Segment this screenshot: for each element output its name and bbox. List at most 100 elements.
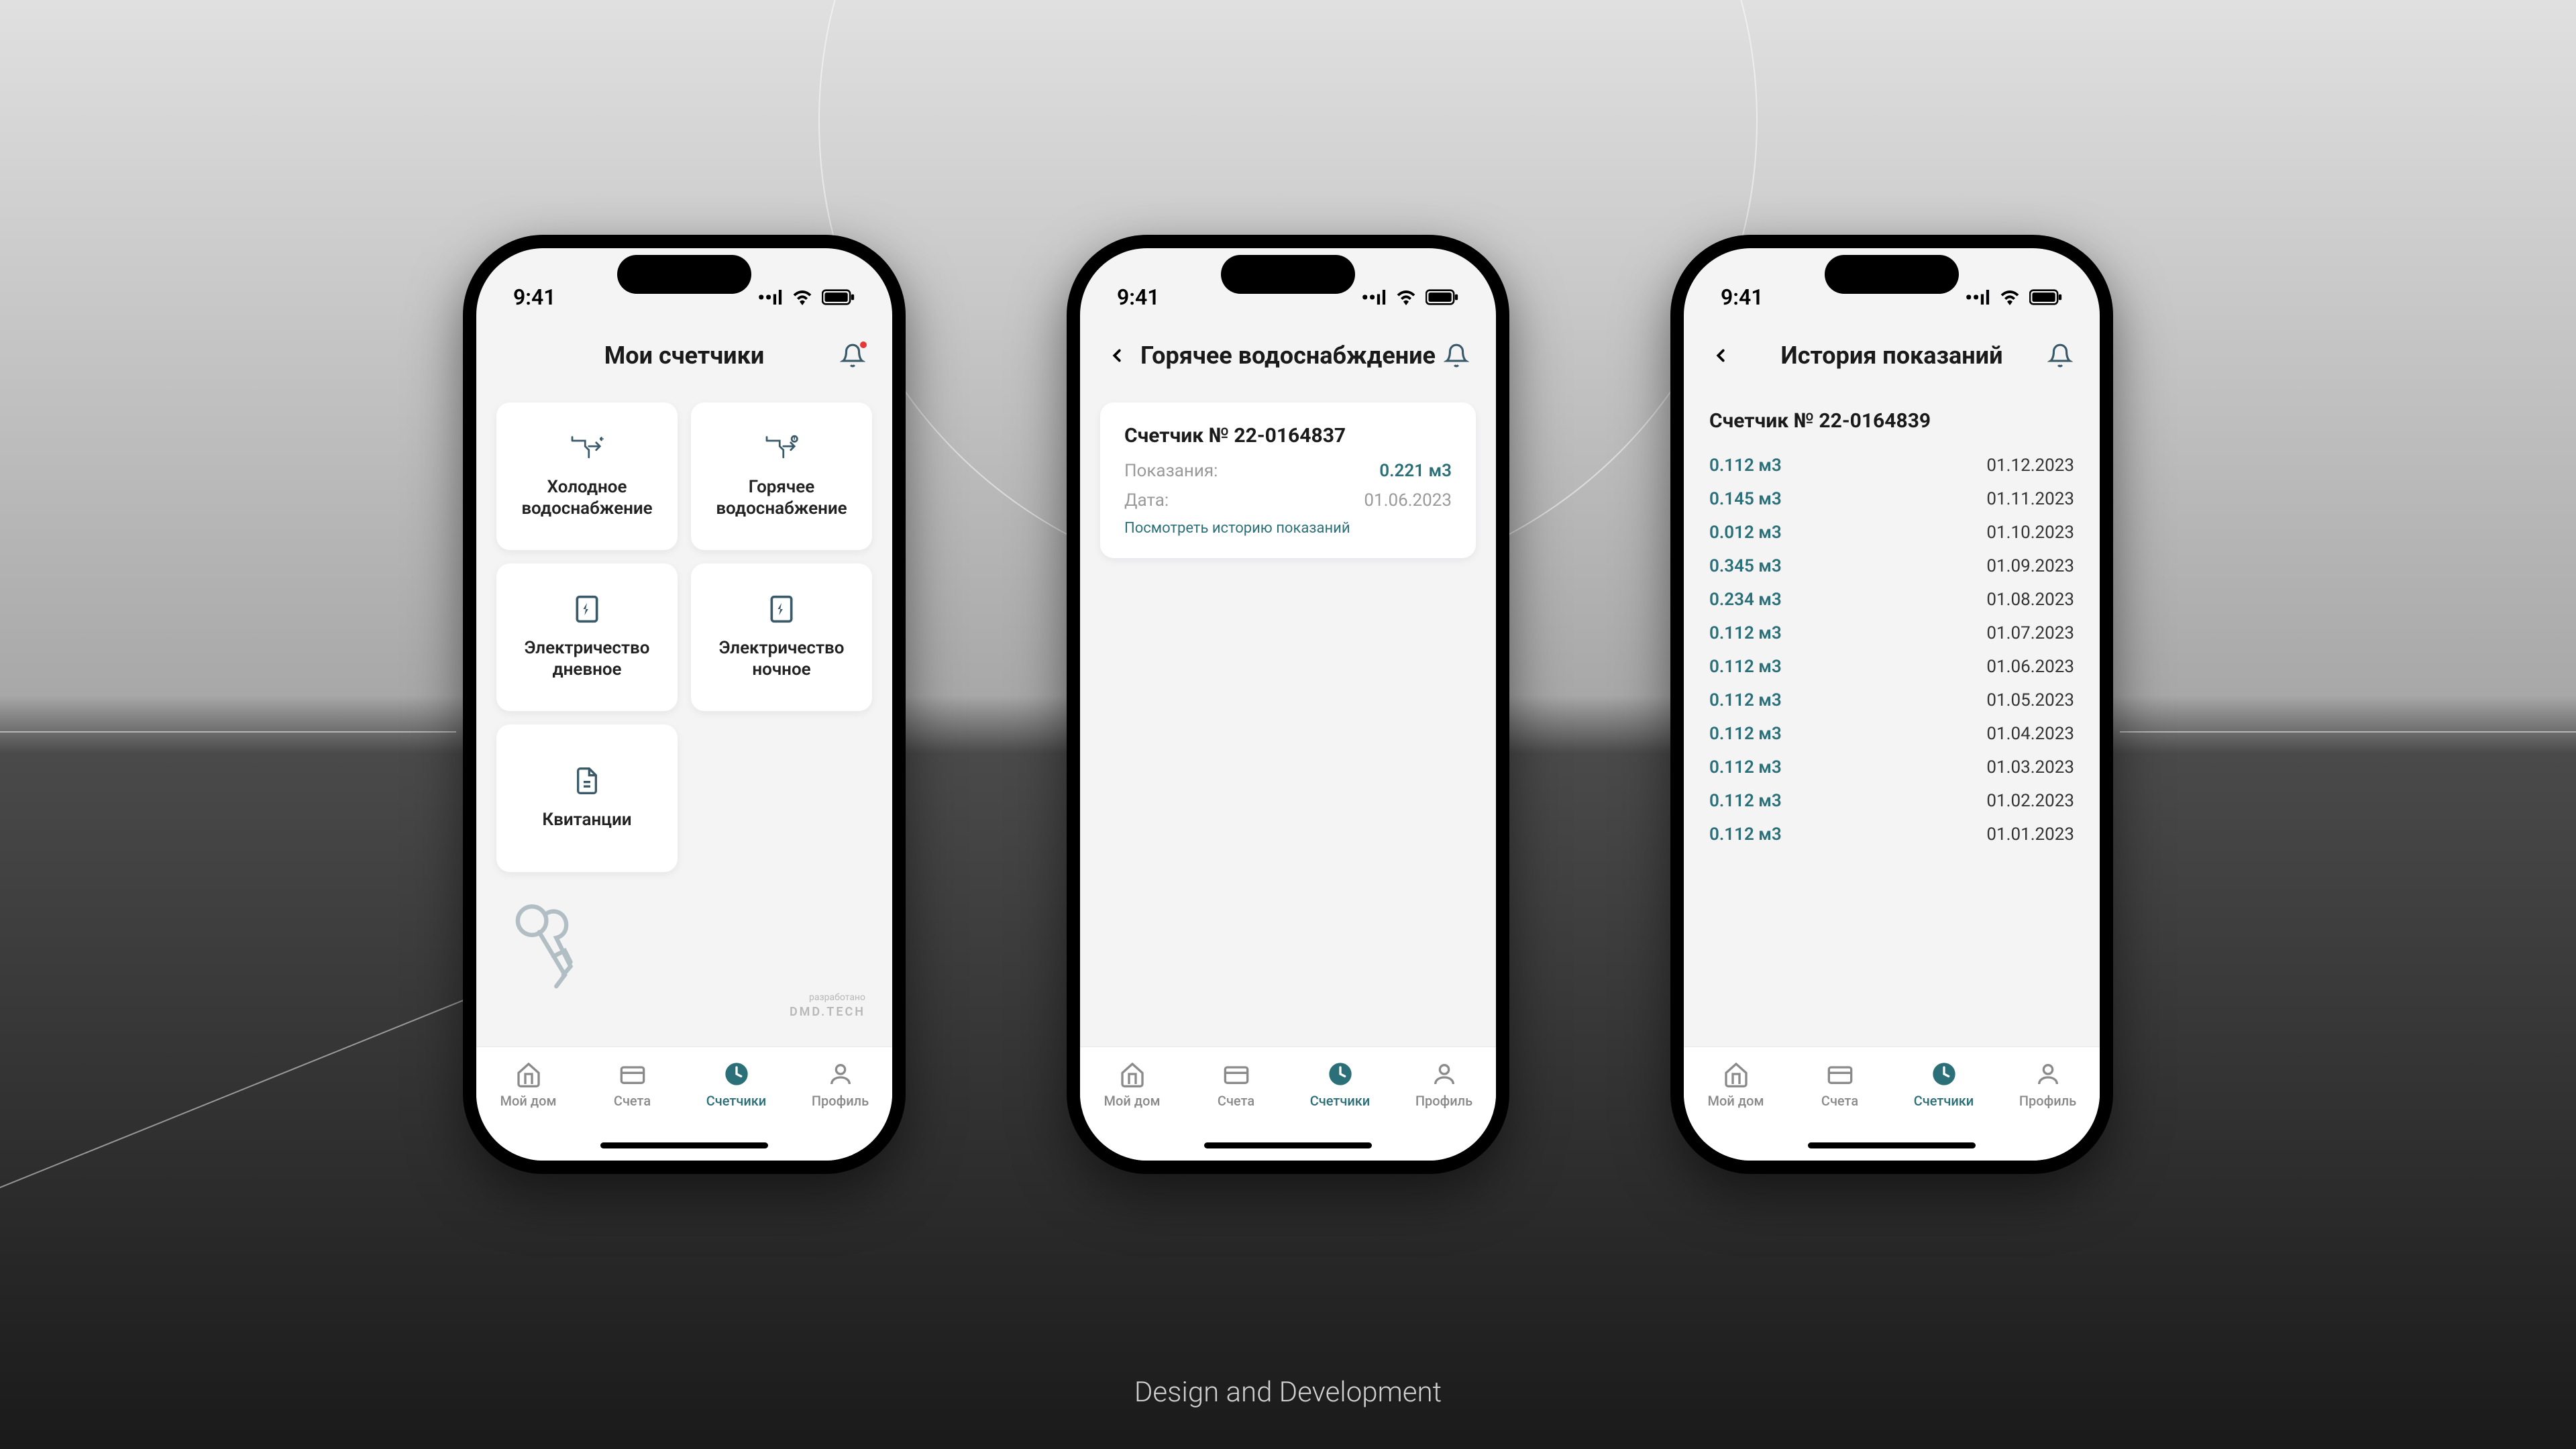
tab-label: Счетчики (1914, 1093, 1974, 1109)
history-row: 0.112 м3 01.07.2023 (1704, 616, 2080, 650)
cellular-icon (1361, 284, 1387, 310)
history-row: 0.112 м301.01.2023 (1704, 818, 2080, 851)
history-row: 0.112 м301.05.2023 (1704, 684, 2080, 717)
tile-hot-water[interactable]: Горячее водоснабжение (691, 402, 872, 550)
tile-cold-water[interactable]: Холодное водоснабжение (496, 402, 678, 550)
tab-meters[interactable]: Счетчики (1288, 1061, 1392, 1109)
reading-value: 0.221 м3 (1379, 461, 1452, 481)
phone-meters-list: 9:41 Мои счетчики Холодное водоснабжение (463, 235, 906, 1174)
status-time: 9:41 (513, 284, 556, 310)
tab-label: Счета (614, 1093, 651, 1109)
tab-label: Счетчики (706, 1093, 766, 1109)
tab-bills[interactable]: Счета (1184, 1061, 1288, 1109)
tab-profile[interactable]: Профиль (1392, 1061, 1496, 1109)
history-date: 01.02.2023 (1986, 791, 2074, 811)
tab-home[interactable]: Мой дом (476, 1061, 580, 1109)
tab-label: Профиль (812, 1093, 869, 1109)
tab-label: Мой дом (500, 1093, 557, 1109)
tab-meters[interactable]: Счетчики (684, 1061, 788, 1109)
wifi-icon (1998, 289, 2021, 305)
tab-label: Мой дом (1708, 1093, 1764, 1109)
history-row: 0.012 м3 01.10.2023 (1704, 516, 2080, 549)
view-history-link[interactable]: Посмотреть историю показаний (1124, 520, 1452, 537)
tab-meters[interactable]: Счетчики (1892, 1061, 1996, 1109)
tab-label: Профиль (1415, 1093, 1472, 1109)
keys-decoration-icon (496, 892, 872, 1006)
status-time: 9:41 (1117, 284, 1160, 310)
history-value: 0.012 м3 (1709, 523, 1782, 543)
history-value: 0.112 м3 (1709, 757, 1782, 777)
date-label: Дата: (1124, 490, 1169, 511)
phone-meter-detail: 9:41 Горячее водоснабждение Счетчик № 22… (1067, 235, 1509, 1174)
history-row: 0.112 м3 01.03.2023 (1704, 751, 2080, 784)
history-row: 0.112 м301.04.2023 (1704, 717, 2080, 751)
history-value: 0.112 м3 (1709, 791, 1782, 811)
history-value: 0.345 м3 (1709, 556, 1782, 576)
tab-home[interactable]: Мой дом (1080, 1061, 1184, 1109)
tab-bar: Мой дом Счета Счетчики Профиль (1080, 1046, 1496, 1161)
tile-label: Электричество ночное (704, 637, 859, 681)
history-value: 0.234 м3 (1709, 590, 1782, 610)
notifications-button[interactable] (2047, 343, 2073, 368)
notifications-button[interactable] (840, 343, 865, 368)
notifications-button[interactable] (1444, 343, 1469, 368)
history-row: 0.112 м301.12.2023 (1704, 449, 2080, 482)
history-date: 01.09.2023 (1986, 556, 2074, 576)
tile-label: Электричество дневное (510, 637, 664, 681)
page-title: Горячее водоснабждение (1140, 341, 1436, 370)
tile-electricity-night[interactable]: Электричество ночное (691, 564, 872, 711)
tab-home[interactable]: Мой дом (1684, 1061, 1788, 1109)
history-date: 01.07.2023 (1986, 623, 2074, 643)
back-button[interactable] (1711, 345, 1731, 366)
history-row: 0.234 м301.08.2023 (1704, 583, 2080, 616)
phone-history: 9:41 История показаний Счетчик № 22-0164… (1670, 235, 2113, 1174)
tab-label: Счетчики (1310, 1093, 1370, 1109)
tile-label: Квитанции (542, 809, 631, 831)
electricity-icon (767, 594, 796, 624)
tab-bills[interactable]: Счета (580, 1061, 684, 1109)
home-indicator[interactable] (1204, 1142, 1372, 1148)
electricity-icon (572, 594, 602, 624)
status-time: 9:41 (1721, 284, 1764, 310)
tab-bills[interactable]: Счета (1788, 1061, 1892, 1109)
history-value: 0.112 м3 (1709, 724, 1782, 744)
tab-profile[interactable]: Профиль (1996, 1061, 2100, 1109)
history-row: 0.145 м301.11.2023 (1704, 482, 2080, 516)
meter-number: Счетчик № 22-0164839 (1709, 409, 2074, 433)
history-date: 01.01.2023 (1986, 824, 2074, 845)
wifi-icon (791, 289, 814, 305)
tab-bar: Мой дом Счета Счетчики Профиль (476, 1046, 892, 1161)
history-date: 01.03.2023 (1986, 757, 2074, 777)
tab-label: Профиль (2019, 1093, 2076, 1109)
caption: Design and Development (1134, 1376, 1442, 1409)
home-indicator[interactable] (1808, 1142, 1976, 1148)
history-date: 01.10.2023 (1986, 523, 2074, 543)
history-date: 01.06.2023 (1986, 657, 2074, 677)
tile-electricity-day[interactable]: Электричество дневное (496, 564, 678, 711)
document-icon (574, 766, 600, 796)
tab-label: Счета (1218, 1093, 1254, 1109)
tab-bar: Мой дом Счета Счетчики Профиль (1684, 1046, 2100, 1161)
history-date: 01.11.2023 (1986, 489, 2074, 509)
meter-card: Счетчик № 22-0164837 Показания: 0.221 м3… (1100, 402, 1476, 558)
reading-label: Показания: (1124, 461, 1218, 481)
tab-label: Мой дом (1104, 1093, 1161, 1109)
meter-number: Счетчик № 22-0164837 (1124, 424, 1452, 447)
back-button[interactable] (1107, 345, 1127, 366)
history-value: 0.112 м3 (1709, 690, 1782, 710)
history-row: 0.345 м3 01.09.2023 (1704, 549, 2080, 583)
date-value: 01.06.2023 (1364, 490, 1452, 511)
battery-icon (1426, 289, 1459, 305)
brand-footer: разработано DMD.TECH (790, 991, 865, 1020)
tile-receipts[interactable]: Квитанции (496, 724, 678, 872)
home-indicator[interactable] (600, 1142, 768, 1148)
battery-icon (2029, 289, 2063, 305)
cellular-icon (1965, 284, 1990, 310)
history-value: 0.112 м3 (1709, 623, 1782, 643)
cold-water-icon (568, 433, 606, 463)
history-value: 0.112 м3 (1709, 657, 1782, 677)
battery-icon (822, 289, 855, 305)
tile-label: Горячее водоснабжение (704, 476, 859, 520)
tab-profile[interactable]: Профиль (788, 1061, 892, 1109)
tab-label: Счета (1821, 1093, 1858, 1109)
